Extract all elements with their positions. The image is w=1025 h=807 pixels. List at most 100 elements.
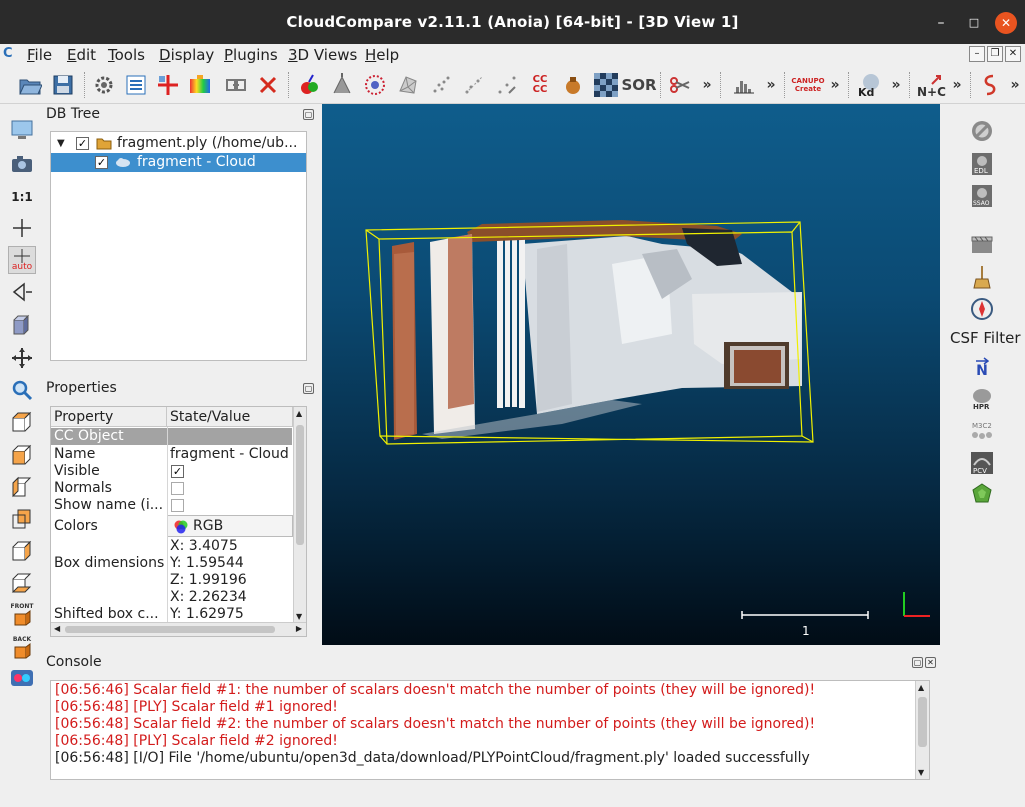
properties-hscroll-thumb[interactable] bbox=[65, 626, 275, 633]
stereo-mode-icon[interactable] bbox=[8, 664, 36, 692]
menu-edit[interactable]: Edit bbox=[67, 46, 96, 64]
prop-visible-checkbox[interactable]: ✓ bbox=[171, 465, 184, 478]
full-screen-icon[interactable] bbox=[8, 116, 36, 144]
properties-undock-icon[interactable]: ▢ bbox=[303, 383, 314, 394]
console-scroll-up-icon[interactable]: ▲ bbox=[918, 683, 924, 692]
view-back-cube-icon[interactable] bbox=[8, 505, 36, 533]
subsample-icon[interactable] bbox=[427, 71, 455, 99]
scroll-left-arrow-icon[interactable]: ◀ bbox=[54, 624, 60, 633]
primitive-factory-icon[interactable] bbox=[559, 71, 587, 99]
menu-help[interactable]: Help bbox=[365, 46, 399, 64]
view-back-iso-icon[interactable]: BACK bbox=[8, 633, 36, 661]
toolbar-more-6[interactable]: » bbox=[1008, 71, 1022, 99]
kd-tree-icon[interactable]: Kd bbox=[855, 71, 883, 99]
console-close-icon[interactable]: ✕ bbox=[925, 657, 936, 668]
mdi-close-icon[interactable]: ✕ bbox=[1005, 46, 1021, 62]
toolbar-more-2[interactable]: » bbox=[764, 71, 778, 99]
3d-view-canvas[interactable]: 1 bbox=[322, 104, 940, 645]
zoom-search-icon[interactable] bbox=[8, 376, 36, 404]
tree-item-file[interactable]: ▼ ✓ fragment.ply (/home/ub... bbox=[51, 134, 306, 153]
prop-normals-checkbox[interactable] bbox=[171, 482, 184, 495]
tree-item-file-checkbox[interactable]: ✓ bbox=[76, 137, 89, 150]
settings-gear-icon[interactable] bbox=[90, 71, 118, 99]
view-front-iso-icon[interactable]: FRONT bbox=[8, 600, 36, 628]
register-icon[interactable] bbox=[460, 71, 488, 99]
menu-display[interactable]: Display bbox=[159, 46, 214, 64]
histogram-icon[interactable] bbox=[730, 71, 758, 99]
translate-rotate-icon[interactable] bbox=[154, 71, 182, 99]
pivot-center-icon[interactable] bbox=[8, 214, 36, 242]
properties-vertical-scrollbar[interactable]: ▲ ▼ bbox=[293, 407, 306, 623]
db-tree-undock-icon[interactable]: ▢ bbox=[303, 109, 314, 120]
prop-name-value[interactable]: fragment - Cloud bbox=[167, 446, 293, 463]
view-top-cube-icon[interactable] bbox=[8, 408, 36, 436]
prop-show-name-checkbox[interactable] bbox=[171, 499, 184, 512]
scroll-down-arrow-icon[interactable]: ▼ bbox=[296, 612, 302, 621]
shape-detection-icon[interactable] bbox=[969, 481, 995, 507]
view-front-cube-icon[interactable] bbox=[8, 441, 36, 469]
toolbar-more-1[interactable]: » bbox=[700, 71, 714, 99]
rotation-axes-icon[interactable] bbox=[8, 344, 36, 372]
console-undock-icon[interactable]: ▢ bbox=[912, 657, 923, 668]
orient-normals-icon[interactable] bbox=[328, 71, 356, 99]
color-scale-icon[interactable] bbox=[186, 71, 214, 99]
perspective-icon[interactable] bbox=[8, 278, 36, 306]
view-right-cube-icon[interactable] bbox=[8, 537, 36, 565]
properties-scroll-thumb[interactable] bbox=[296, 425, 304, 545]
scroll-up-arrow-icon[interactable]: ▲ bbox=[296, 409, 302, 418]
toolbar-more-4[interactable]: » bbox=[889, 71, 903, 99]
maximize-button[interactable]: □ bbox=[963, 12, 985, 34]
python-script-icon[interactable] bbox=[976, 71, 1004, 99]
compass-icon[interactable] bbox=[969, 296, 995, 322]
menu-plugins[interactable]: Plugins bbox=[224, 46, 278, 64]
m3c2-icon[interactable]: M3C2 bbox=[969, 418, 995, 444]
save-icon[interactable] bbox=[49, 71, 77, 99]
menu-tools[interactable]: Tools bbox=[108, 46, 145, 64]
sor-filter-icon[interactable]: SOR bbox=[621, 71, 656, 99]
open-icon[interactable] bbox=[16, 71, 44, 99]
canupo-icon[interactable]: CANUPO Create bbox=[791, 71, 824, 99]
mesh-icon[interactable] bbox=[394, 71, 422, 99]
tree-item-cloud[interactable]: ✓ fragment - Cloud bbox=[51, 153, 306, 172]
properties-header-value[interactable]: State/Value bbox=[167, 407, 293, 427]
properties-horizontal-scrollbar[interactable]: ◀ ▶ bbox=[51, 622, 306, 636]
broom-icon[interactable] bbox=[969, 264, 995, 290]
zoom-1-1-icon[interactable]: 1:1 bbox=[8, 183, 36, 211]
ssao-shader-icon[interactable]: SSAO bbox=[969, 183, 995, 209]
console-scroll-thumb[interactable] bbox=[918, 697, 927, 747]
hpr-icon[interactable]: HPR bbox=[969, 386, 995, 412]
edl-shader-icon[interactable]: EDL bbox=[969, 151, 995, 177]
mdi-restore-icon[interactable]: ❐ bbox=[987, 46, 1003, 62]
north-arrow-icon[interactable]: N bbox=[969, 354, 995, 380]
console-scrollbar[interactable]: ▲ ▼ bbox=[915, 681, 929, 779]
toolbar-more-3[interactable]: » bbox=[828, 71, 842, 99]
stop-shader-icon[interactable] bbox=[969, 118, 995, 144]
minimize-button[interactable]: – bbox=[930, 12, 952, 34]
animation-clapper-icon[interactable] bbox=[969, 231, 995, 257]
toolbar-more-5[interactable]: » bbox=[950, 71, 964, 99]
merge-icon[interactable] bbox=[222, 71, 250, 99]
menu-3d-views[interactable]: 3D Views bbox=[288, 46, 357, 64]
checkerboard-icon[interactable] bbox=[592, 71, 620, 99]
normals-icon[interactable] bbox=[295, 71, 323, 99]
scissors-icon[interactable] bbox=[666, 71, 694, 99]
menu-file[interactable]: File bbox=[27, 46, 52, 64]
lighting-cube-icon[interactable] bbox=[8, 311, 36, 339]
properties-header-property[interactable]: Property bbox=[51, 407, 167, 427]
view-bottom-cube-icon[interactable] bbox=[8, 569, 36, 597]
tree-item-cloud-checkbox[interactable]: ✓ bbox=[95, 156, 108, 169]
list-properties-icon[interactable] bbox=[122, 71, 150, 99]
pcv-icon[interactable]: PCV bbox=[969, 450, 995, 476]
normals-compute-icon[interactable]: N+C bbox=[916, 71, 946, 99]
delete-icon[interactable] bbox=[254, 71, 282, 99]
view-left-cube-icon[interactable] bbox=[8, 473, 36, 501]
expand-arrow-icon[interactable]: ▼ bbox=[57, 134, 65, 153]
sample-points-icon[interactable] bbox=[361, 71, 389, 99]
scroll-right-arrow-icon[interactable]: ▶ bbox=[296, 624, 302, 633]
console-scroll-down-icon[interactable]: ▼ bbox=[918, 768, 924, 777]
align-icon[interactable] bbox=[493, 71, 521, 99]
cloud-cloud-distance-icon[interactable]: CC CC bbox=[526, 71, 554, 99]
csf-filter-label[interactable]: CSF Filter bbox=[950, 329, 1021, 347]
mdi-minimize-icon[interactable]: – bbox=[969, 46, 985, 62]
prop-colors-combo[interactable]: RGB bbox=[167, 515, 293, 537]
